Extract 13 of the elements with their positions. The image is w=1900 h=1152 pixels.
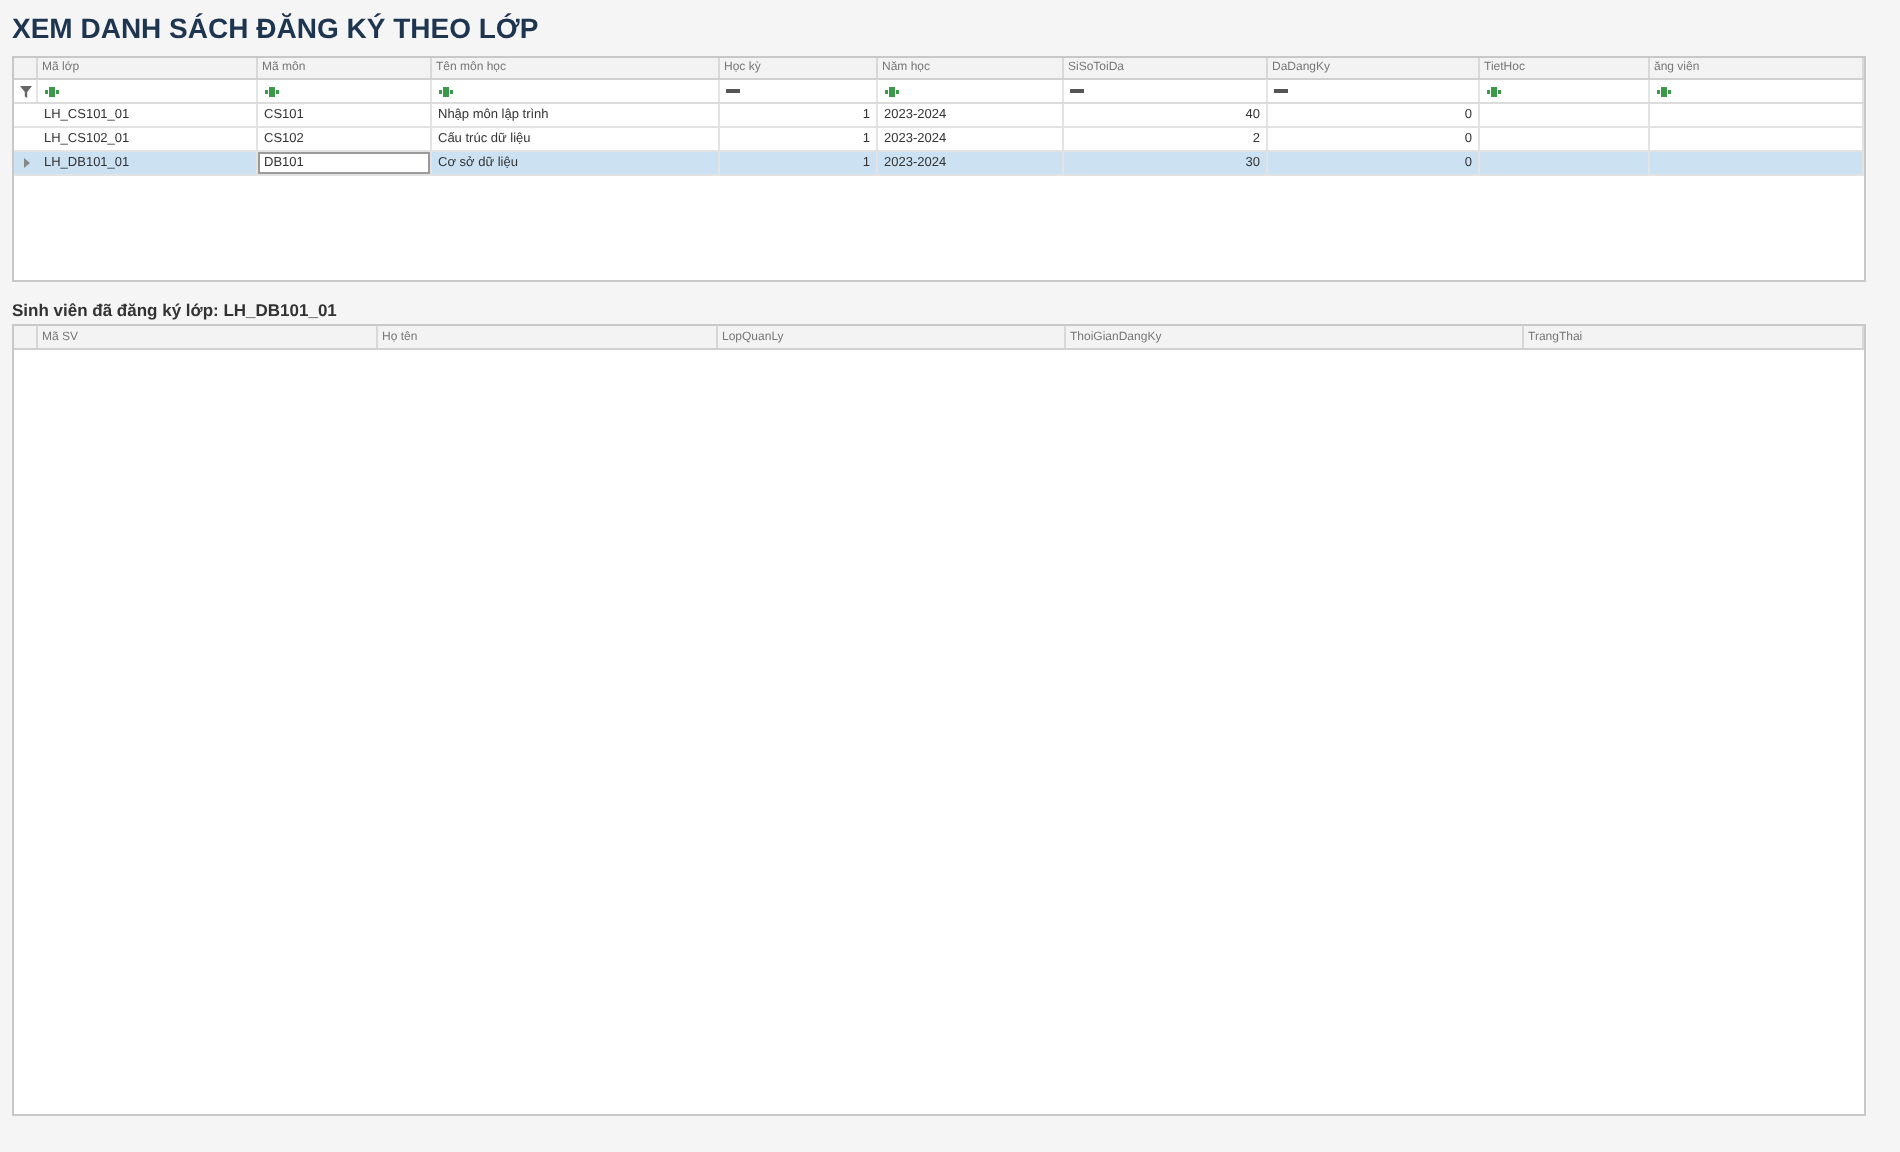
section-label: Sinh viên đã đăng ký lớp: LH_DB101_01 [12, 298, 339, 324]
filter-equals-icon[interactable] [726, 88, 740, 94]
filter-icon[interactable] [19, 85, 31, 97]
filter-equals-icon[interactable] [1070, 88, 1084, 94]
filter-contains-icon[interactable] [438, 85, 454, 97]
page-title: XEM DANH SÁCH ĐĂNG KÝ THEO LỚP [12, 10, 541, 48]
filter-contains-icon[interactable] [1486, 85, 1502, 97]
filter-contains-icon[interactable] [44, 85, 60, 97]
row-pointer-icon [23, 158, 29, 168]
filter-equals-icon[interactable] [1274, 88, 1288, 94]
filter-contains-icon[interactable] [1656, 85, 1672, 97]
filter-contains-icon[interactable] [884, 85, 900, 97]
filter-contains-icon[interactable] [264, 85, 280, 97]
